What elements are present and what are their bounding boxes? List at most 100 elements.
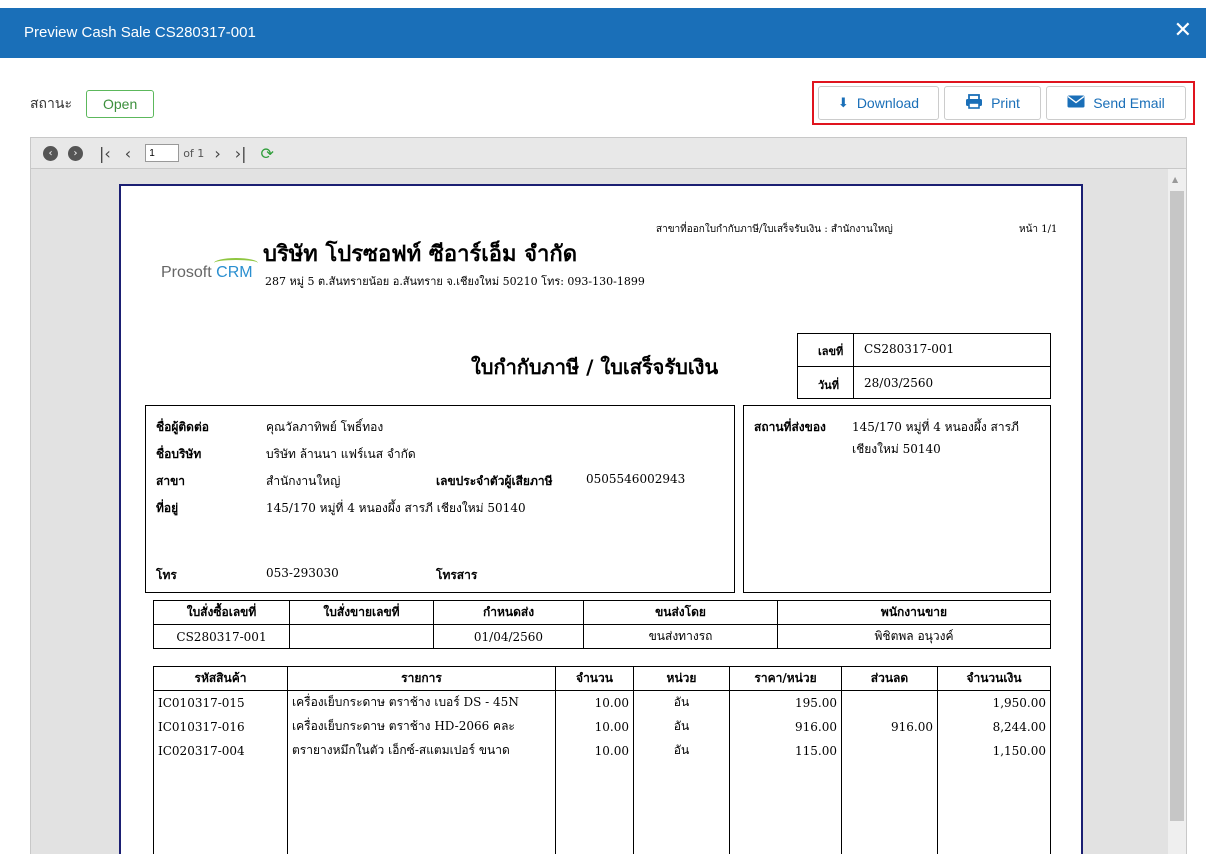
action-buttons-group: ⬇ Download Print Send Email	[812, 81, 1195, 125]
status-label: สถานะ	[30, 96, 72, 112]
shipping-line2: เชียงใหม่ 50140	[852, 442, 941, 456]
order-cell: 01/04/2560	[433, 624, 584, 649]
item-price: 916.00	[729, 714, 842, 739]
item-discount	[841, 690, 938, 715]
close-icon[interactable]: ✕	[1174, 19, 1192, 43]
order-info-table: ใบสั่งซื้อเลขที่ ใบสั่งขายเลขที่ กำหนดส่…	[153, 600, 1051, 649]
item-code: IC010317-015	[153, 690, 288, 715]
order-cell: ขนส่งทางรถ	[583, 624, 778, 649]
doc-no-value: CS280317-001	[864, 342, 955, 356]
line-items-table: รหัสสินค้า รายการ จำนวน หน่วย ราคา/หน่วย…	[153, 666, 1051, 854]
download-icon: ⬇	[837, 95, 849, 110]
table-row: IC020317-004 ตรายางหมึกในตัว เอ็กซ์-สแตม…	[153, 738, 1051, 763]
item-description: เครื่องเย็บกระดาษ ตราช้าง HD-2066 คละ	[287, 714, 556, 739]
first-page-icon[interactable]: |‹	[99, 144, 111, 163]
item-header: จำนวนเงิน	[937, 666, 1051, 691]
company-label: ชื่อบริษัท	[156, 447, 202, 461]
status-row: สถานะ Open	[30, 90, 155, 118]
download-label: Download	[856, 95, 920, 111]
taxid-value: 0505546002943	[586, 472, 686, 486]
send-email-button[interactable]: Send Email	[1046, 86, 1186, 120]
table-row: IC010317-016 เครื่องเย็บกระดาษ ตราช้าง H…	[153, 714, 1051, 739]
order-header: กำหนดส่ง	[433, 600, 584, 625]
date-label: วันที่	[818, 379, 839, 392]
printer-icon	[965, 94, 983, 112]
customer-company-value: บริษัท ล้านนา แฟร์เนส จำกัด	[266, 447, 416, 461]
order-header: พนักงานขาย	[777, 600, 1051, 625]
shipping-address-box: สถานที่ส่งของ 145/170 หมู่ที่ 4 หนองผึ้ง…	[743, 405, 1051, 593]
item-header: ส่วนลด	[841, 666, 938, 691]
contact-value: คุณวัลภาทิพย์ โพธิ์ทอง	[266, 420, 384, 434]
address-value: 145/170 หมู่ที่ 4 หนองผึ้ง สารภี เชียงให…	[266, 501, 526, 515]
item-header: รายการ	[287, 666, 556, 691]
item-code: IC010317-016	[153, 714, 288, 739]
send-email-label: Send Email	[1093, 95, 1165, 111]
table-row: CS280317-001 01/04/2560 ขนส่งทางรถ พิชิต…	[153, 624, 1051, 649]
item-description: ตรายางหมึกในตัว เอ็กซ์-สแตมเปอร์ ขนาด	[287, 738, 556, 763]
report-viewer-toolbar: ‹ › |‹ ‹ of 1 › ›| ⟳	[30, 137, 1187, 169]
item-header: รหัสสินค้า	[153, 666, 288, 691]
company-address: 287 หมู่ 5 ต.สันทรายน้อย อ.สันทราย จ.เชี…	[265, 275, 645, 288]
logo-crm: CRM	[214, 258, 259, 281]
back-icon[interactable]: ‹	[43, 145, 58, 161]
branch-value: สำนักงานใหญ่	[266, 474, 341, 488]
report-viewer: ▲ สาขาที่ออกใบกำกับภาษี/ใบเสร็จรับเงิน :…	[30, 169, 1187, 854]
doc-no-label: เลขที่	[818, 345, 844, 358]
scroll-up-icon[interactable]: ▲	[1172, 175, 1178, 184]
item-discount: 916.00	[841, 714, 938, 739]
document-number-box: เลขที่ CS280317-001 วันที่ 28/03/2560	[797, 333, 1051, 399]
forward-icon[interactable]: ›	[68, 145, 83, 161]
item-code: IC020317-004	[153, 738, 288, 763]
logo-text: Prosoft	[161, 264, 212, 281]
item-description: เครื่องเย็บกระดาษ ตราช้าง เบอร์ DS - 45N	[287, 690, 556, 715]
item-amount: 1,150.00	[937, 738, 1051, 763]
item-qty: 10.00	[555, 714, 634, 739]
print-button[interactable]: Print	[944, 86, 1041, 120]
company-name: บริษัท โปรซอฟท์ ซีอาร์เอ็ม จำกัด	[263, 241, 577, 267]
item-header: หน่วย	[633, 666, 730, 691]
table-row: IC010317-015 เครื่องเย็บกระดาษ ตราช้าง เ…	[153, 690, 1051, 715]
document-title: ใบกำกับภาษี / ใบเสร็จรับเงิน	[471, 355, 719, 379]
address-label: ที่อยู่	[156, 501, 179, 515]
order-cell: พิชิตพล อนุวงค์	[777, 624, 1051, 649]
item-unit: อัน	[633, 714, 730, 739]
order-header: ใบสั่งซื้อเลขที่	[153, 600, 290, 625]
order-cell: CS280317-001	[153, 624, 290, 649]
item-qty: 10.00	[555, 690, 634, 715]
contact-label: ชื่อผู้ติดต่อ	[156, 420, 209, 434]
dialog-title: Preview Cash Sale CS280317-001	[24, 24, 256, 41]
customer-info-box: ชื่อผู้ติดต่อ คุณวัลภาทิพย์ โพธิ์ทอง ชื่…	[145, 405, 735, 593]
item-unit: อัน	[633, 690, 730, 715]
status-badge[interactable]: Open	[85, 90, 155, 118]
last-page-icon[interactable]: ›|	[235, 144, 247, 163]
next-page-icon[interactable]: ›	[214, 144, 220, 163]
dialog-titlebar: Preview Cash Sale CS280317-001 ✕	[0, 8, 1206, 58]
item-discount	[841, 738, 938, 763]
item-header: ราคา/หน่วย	[729, 666, 842, 691]
vertical-scrollbar[interactable]: ▲	[1168, 169, 1186, 854]
document-page: สาขาที่ออกใบกำกับภาษี/ใบเสร็จรับเงิน : ส…	[119, 184, 1083, 854]
page-count-text: of 1	[183, 146, 205, 160]
download-button[interactable]: ⬇ Download	[818, 86, 939, 120]
item-amount: 8,244.00	[937, 714, 1051, 739]
item-header: จำนวน	[555, 666, 634, 691]
phone-label: โทร	[156, 568, 177, 582]
branch-label: สาขา	[156, 474, 186, 488]
company-logo: Prosoft CRM	[161, 258, 259, 282]
taxid-label: เลขประจำตัวผู้เสียภาษี	[436, 474, 553, 488]
issuing-branch: สาขาที่ออกใบกำกับภาษี/ใบเสร็จรับเงิน : ส…	[656, 224, 893, 235]
print-label: Print	[991, 95, 1020, 111]
order-cell	[289, 624, 434, 649]
scrollbar-thumb[interactable]	[1170, 191, 1184, 821]
previous-page-icon[interactable]: ‹	[125, 144, 131, 163]
table-filler-row	[153, 762, 1051, 854]
item-price: 115.00	[729, 738, 842, 763]
order-header: ขนส่งโดย	[583, 600, 778, 625]
fax-label: โทรสาร	[436, 568, 478, 582]
page-number-input[interactable]	[145, 144, 180, 162]
shipping-line1: 145/170 หมู่ที่ 4 หนองผึ้ง สารภี	[852, 420, 1019, 434]
refresh-icon[interactable]: ⟳	[261, 144, 274, 163]
item-amount: 1,950.00	[937, 690, 1051, 715]
date-value: 28/03/2560	[864, 376, 934, 390]
logo-swoosh	[214, 258, 259, 268]
